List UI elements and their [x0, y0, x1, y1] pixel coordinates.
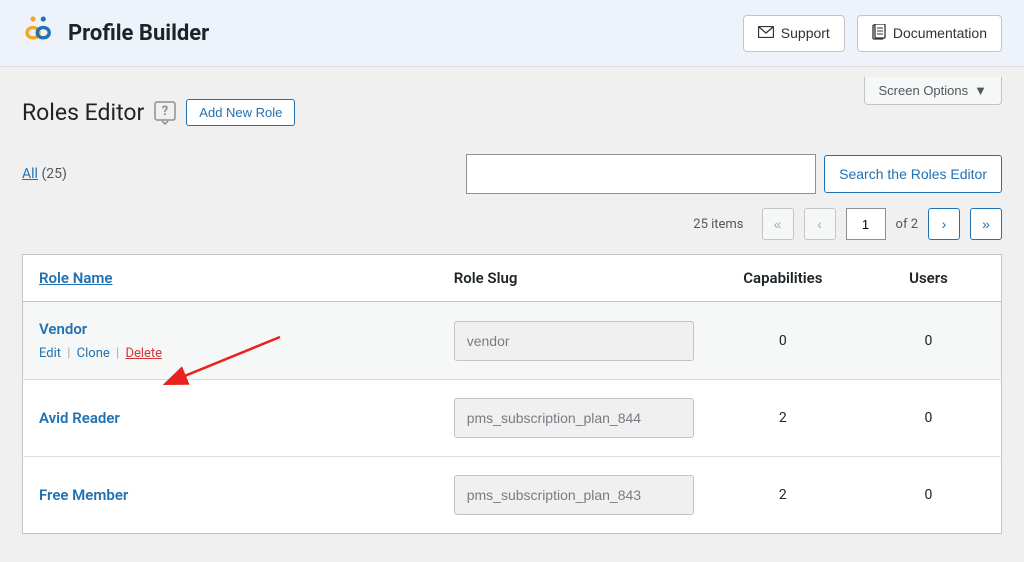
role-slug-field: [454, 321, 694, 361]
pagination: 25 items « ‹ of 2 › »: [22, 208, 1002, 240]
support-label: Support: [781, 25, 830, 41]
role-slug-field: [454, 475, 694, 515]
action-separator: |: [64, 346, 73, 361]
filter-all-count: (25): [41, 166, 66, 182]
page-title: Roles Editor: [22, 99, 144, 126]
documentation-button[interactable]: Documentation: [857, 15, 1002, 52]
document-icon: [872, 24, 886, 43]
row-actions: Edit | Clone | Delete: [39, 346, 422, 361]
table-row: Avid Reader 2 0: [23, 380, 1002, 457]
search-area: Search the Roles Editor: [466, 154, 1002, 194]
col-header-capabilities: Capabilities: [710, 255, 856, 302]
capabilities-cell: 2: [710, 380, 856, 457]
action-separator: |: [113, 346, 122, 361]
edit-link[interactable]: Edit: [39, 346, 61, 361]
screen-options-button[interactable]: Screen Options ▼: [864, 77, 1002, 105]
header-buttons: Support Documentation: [743, 15, 1002, 52]
col-header-role-slug: Role Slug: [438, 255, 710, 302]
header: Profile Builder Support Documentation: [0, 0, 1024, 67]
help-icon[interactable]: ?: [154, 101, 176, 125]
filter-all-link[interactable]: All: [22, 166, 38, 182]
page-header: Roles Editor ? Add New Role: [22, 99, 1002, 126]
items-count: 25 items: [693, 217, 743, 232]
roles-table: Role Name Role Slug Capabilities Users V…: [22, 254, 1002, 534]
search-input[interactable]: [466, 154, 816, 194]
users-cell: 0: [856, 457, 1002, 534]
roles-table-body: Vendor Edit | Clone | Delete 0 0 A: [23, 302, 1002, 534]
pagination-last-button[interactable]: »: [970, 208, 1002, 240]
search-button[interactable]: Search the Roles Editor: [824, 155, 1002, 193]
role-name-link[interactable]: Avid Reader: [39, 409, 120, 427]
col-header-users: Users: [856, 255, 1002, 302]
svg-text:?: ?: [162, 104, 168, 119]
capabilities-cell: 2: [710, 457, 856, 534]
col-header-role-name[interactable]: Role Name: [39, 269, 112, 287]
chevron-down-icon: ▼: [974, 83, 987, 98]
users-cell: 0: [856, 302, 1002, 380]
envelope-icon: [758, 25, 774, 41]
role-name-link[interactable]: Vendor: [39, 320, 87, 338]
filter-row: All (25) Search the Roles Editor: [22, 154, 1002, 194]
screen-options-label: Screen Options: [879, 83, 969, 98]
documentation-label: Documentation: [893, 25, 987, 41]
clone-link[interactable]: Clone: [77, 346, 110, 361]
capabilities-cell: 0: [710, 302, 856, 380]
pagination-prev-button[interactable]: ‹: [804, 208, 836, 240]
add-new-role-button[interactable]: Add New Role: [186, 99, 295, 126]
content: Screen Options ▼ Roles Editor ? Add New …: [0, 67, 1024, 554]
delete-link[interactable]: Delete: [125, 346, 162, 361]
brand-title: Profile Builder: [68, 21, 209, 46]
filter-tabs: All (25): [22, 166, 67, 182]
table-row: Vendor Edit | Clone | Delete 0 0: [23, 302, 1002, 380]
role-name-link[interactable]: Free Member: [39, 486, 128, 504]
pagination-first-button[interactable]: «: [762, 208, 794, 240]
support-button[interactable]: Support: [743, 15, 845, 52]
pagination-current-input[interactable]: [846, 208, 886, 240]
brand: Profile Builder: [22, 14, 209, 52]
app-container: Profile Builder Support Documentation Sc…: [0, 0, 1024, 554]
role-slug-field: [454, 398, 694, 438]
table-row: Free Member 2 0: [23, 457, 1002, 534]
users-cell: 0: [856, 380, 1002, 457]
brand-logo-icon: [22, 14, 56, 52]
pagination-total-label: of 2: [896, 217, 918, 232]
pagination-next-button[interactable]: ›: [928, 208, 960, 240]
